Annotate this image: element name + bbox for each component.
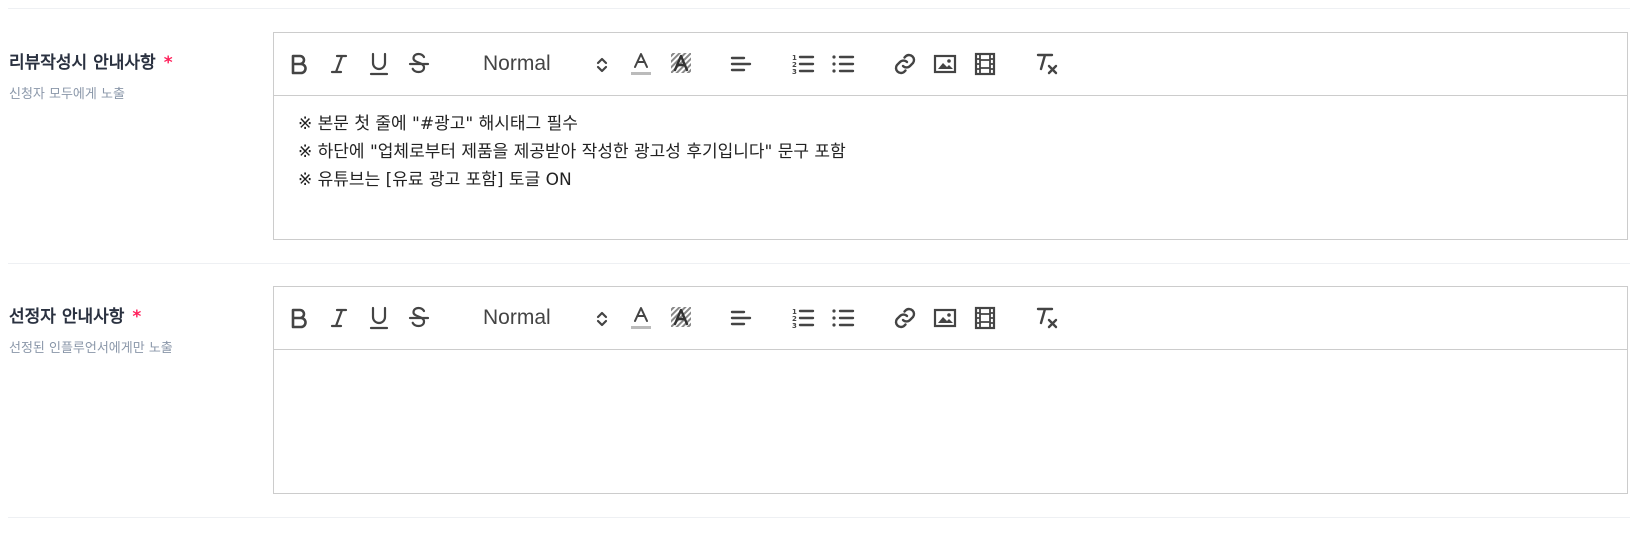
bullet-list-icon — [832, 309, 855, 327]
section-divider — [8, 263, 1630, 264]
review-guide-label-group: 리뷰작성시 안내사항 * 신청자 모두에게 노출 — [9, 48, 173, 102]
clear-format-icon — [1036, 307, 1058, 329]
editor-toolbar: Normal 123 — [274, 33, 1627, 96]
format-select-value: Normal — [483, 52, 551, 75]
video-icon — [974, 306, 996, 330]
text-color-icon — [631, 53, 651, 75]
strike-button[interactable] — [404, 49, 434, 79]
align-icon — [730, 56, 752, 72]
ordered-list-icon: 123 — [792, 308, 815, 330]
italic-icon — [330, 54, 348, 74]
format-select[interactable]: Normal — [479, 301, 609, 335]
bullet-list-button[interactable] — [828, 49, 858, 79]
content-line: ※ 본문 첫 줄에 "#광고" 해시태그 필수 — [298, 114, 578, 134]
image-icon — [933, 54, 957, 74]
clear-format-button[interactable] — [1032, 303, 1062, 333]
image-icon — [933, 308, 957, 328]
ordered-list-icon: 123 — [792, 54, 815, 76]
bold-button[interactable] — [284, 303, 314, 333]
underline-icon — [369, 306, 389, 330]
italic-icon — [330, 308, 348, 328]
required-asterisk: * — [163, 53, 173, 73]
svg-text:3: 3 — [792, 68, 797, 76]
link-button[interactable] — [890, 303, 920, 333]
image-button[interactable] — [930, 303, 960, 333]
editor-content[interactable]: ※ 본문 첫 줄에 "#광고" 해시태그 필수 ※ 하단에 "업체로부터 제품을… — [274, 96, 1627, 208]
link-icon — [894, 307, 916, 329]
clear-format-button[interactable] — [1032, 49, 1062, 79]
bold-icon — [291, 54, 307, 75]
text-color-button[interactable] — [626, 303, 656, 333]
field-description: 신청자 모두에게 노출 — [9, 87, 125, 102]
field-title: 리뷰작성시 안내사항 * — [9, 48, 173, 73]
bold-button[interactable] — [284, 49, 314, 79]
review-guide-editor: Normal 123 ※ 본문 첫 줄에 "#광고" 해시태그 필수 ※ 하단에… — [273, 32, 1628, 240]
selected-guide-editor: Normal 123 — [273, 286, 1628, 494]
video-icon — [974, 52, 996, 76]
ordered-list-button[interactable]: 123 — [788, 303, 818, 333]
format-select[interactable]: Normal — [479, 47, 609, 81]
text-color-icon — [631, 307, 651, 329]
top-divider — [8, 8, 1630, 9]
editor-toolbar: Normal 123 — [274, 287, 1627, 350]
text-color-button[interactable] — [626, 49, 656, 79]
content-line: ※ 하단에 "업체로부터 제품을 제공받아 작성한 광고성 후기입니다" 문구 … — [298, 142, 846, 162]
bold-icon — [291, 308, 307, 329]
align-button[interactable] — [726, 49, 756, 79]
background-color-button[interactable] — [666, 49, 696, 79]
ordered-list-button[interactable]: 123 — [788, 49, 818, 79]
underline-icon — [369, 52, 389, 76]
required-asterisk: * — [132, 307, 142, 327]
format-select-value: Normal — [483, 306, 551, 329]
background-color-icon — [671, 53, 691, 73]
field-description: 선정된 인플루언서에게만 노출 — [9, 341, 173, 356]
field-title: 선정자 안내사항 * — [9, 302, 173, 327]
content-line: ※ 유튜브는 [유료 광고 포함] 토글 ON — [298, 170, 572, 190]
align-icon — [730, 310, 752, 326]
italic-button[interactable] — [324, 49, 354, 79]
background-color-button[interactable] — [666, 303, 696, 333]
bullet-list-icon — [832, 55, 855, 73]
align-button[interactable] — [726, 303, 756, 333]
strike-icon — [408, 306, 430, 328]
underline-button[interactable] — [364, 49, 394, 79]
strike-icon — [408, 52, 430, 74]
select-arrows-icon — [596, 57, 608, 73]
link-button[interactable] — [890, 49, 920, 79]
video-button[interactable] — [970, 303, 1000, 333]
selected-guide-label-group: 선정자 안내사항 * 선정된 인플루언서에게만 노출 — [9, 302, 173, 356]
field-title-text: 리뷰작성시 안내사항 — [9, 53, 156, 73]
strike-button[interactable] — [404, 303, 434, 333]
svg-text:3: 3 — [792, 322, 797, 330]
select-arrows-icon — [596, 311, 608, 327]
video-button[interactable] — [970, 49, 1000, 79]
underline-button[interactable] — [364, 303, 394, 333]
link-icon — [894, 53, 916, 75]
bottom-divider — [8, 517, 1630, 518]
field-title-text: 선정자 안내사항 — [9, 307, 125, 327]
editor-content[interactable] — [274, 350, 1627, 406]
clear-format-icon — [1036, 53, 1058, 75]
bullet-list-button[interactable] — [828, 303, 858, 333]
background-color-icon — [671, 307, 691, 327]
italic-button[interactable] — [324, 303, 354, 333]
image-button[interactable] — [930, 49, 960, 79]
